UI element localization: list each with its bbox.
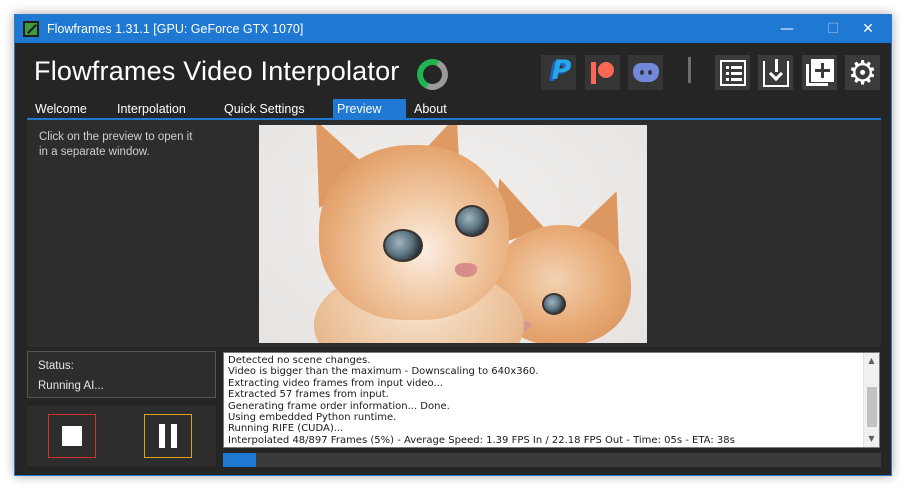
kitten-eye	[383, 229, 423, 262]
paypal-icon: PP	[548, 55, 572, 88]
add-to-queue-button[interactable]	[802, 55, 837, 90]
window-title: Flowframes 1.31.1 [GPU: GeForce GTX 1070…	[47, 22, 304, 36]
tab-interpolation[interactable]: Interpolation	[109, 99, 216, 119]
stop-icon	[62, 426, 82, 446]
flowframes-logo-icon	[412, 54, 453, 95]
kitten-nose	[455, 263, 477, 277]
status-label: Status:	[38, 360, 74, 372]
add-to-queue-icon	[805, 58, 834, 87]
app-title: Flowframes Video Interpolator	[34, 56, 400, 86]
tab-welcome[interactable]: Welcome	[27, 99, 109, 119]
preview-panel: Click on the preview to open it in a sep…	[27, 120, 881, 347]
open-log-button[interactable]	[715, 55, 750, 90]
log-box[interactable]: Detected no scene changes. Video is bigg…	[223, 352, 880, 448]
status-value: Running AI...	[38, 380, 104, 392]
log-line: Extracted 57 frames from input.	[228, 389, 389, 401]
discord-icon	[632, 63, 659, 82]
update-button[interactable]	[758, 55, 793, 90]
log-line: Interpolated 48/897 Frames (5%) - Averag…	[228, 434, 735, 446]
log-line: Generating frame order information... Do…	[228, 400, 450, 412]
header-divider	[688, 57, 691, 83]
tab-bar: Welcome Interpolation Quick Settings Pre…	[27, 99, 880, 119]
log-lines: Detected no scene changes. Video is bigg…	[228, 355, 860, 446]
kitten-eye	[542, 293, 566, 315]
patreon-button[interactable]	[585, 55, 620, 90]
title-bar[interactable]: Flowframes 1.31.1 [GPU: GeForce GTX 1070…	[15, 15, 891, 43]
flowframes-app-icon	[23, 21, 39, 37]
log-scrollbar[interactable]: ▲ ▼	[863, 353, 879, 447]
tab-quick-settings[interactable]: Quick Settings	[216, 99, 333, 119]
paypal-button[interactable]: PP	[541, 55, 576, 90]
scroll-down-arrow-icon[interactable]: ▼	[864, 432, 879, 446]
gear-icon: ⚙	[847, 53, 878, 92]
download-icon	[762, 58, 789, 87]
log-line: Video is bigger than the maximum - Downs…	[228, 366, 539, 378]
kitten-eye	[455, 205, 489, 237]
list-icon	[719, 59, 746, 86]
progress-bar	[223, 453, 881, 467]
stop-button[interactable]	[48, 414, 96, 458]
tab-about[interactable]: About	[406, 99, 474, 119]
log-line: Using embedded Python runtime.	[228, 412, 397, 424]
pause-button[interactable]	[144, 414, 192, 458]
preview-image[interactable]	[259, 125, 647, 343]
log-line: Extracting video frames from input video…	[228, 377, 444, 389]
scroll-thumb[interactable]	[867, 387, 877, 427]
control-box	[27, 406, 216, 466]
tab-preview[interactable]: Preview	[333, 99, 406, 119]
pause-icon	[158, 424, 178, 448]
preview-hint: Click on the preview to open it in a sep…	[39, 131, 193, 158]
log-line: Running RIFE (CUDA)...	[228, 423, 344, 435]
log-line: Detected no scene changes.	[228, 355, 371, 366]
settings-button[interactable]: ⚙	[845, 55, 880, 90]
status-box: Status: Running AI...	[27, 351, 216, 398]
app-header: Flowframes Video Interpolator PP ⚙	[15, 43, 891, 99]
close-button[interactable]: ✕	[845, 15, 891, 43]
scroll-up-arrow-icon[interactable]: ▲	[864, 354, 879, 368]
patreon-icon	[590, 61, 615, 84]
discord-button[interactable]	[628, 55, 663, 90]
app-window: Flowframes 1.31.1 [GPU: GeForce GTX 1070…	[14, 14, 892, 476]
progress-fill	[223, 453, 256, 467]
minimize-button[interactable]: —	[764, 15, 810, 43]
